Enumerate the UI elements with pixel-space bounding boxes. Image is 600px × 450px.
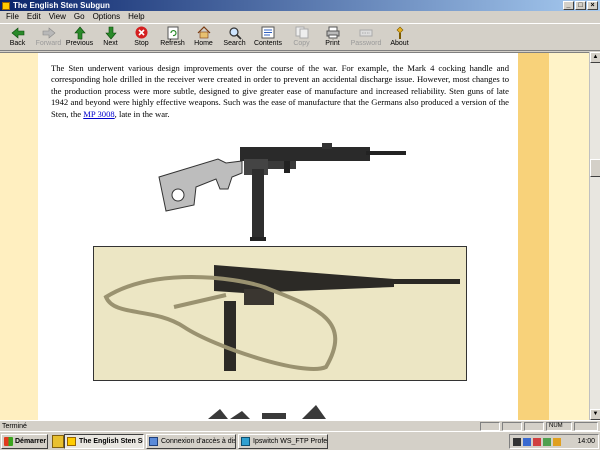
forward-button[interactable]: Forward bbox=[33, 24, 64, 51]
browser-window: The English Sten Subgun _ □ × File Edit … bbox=[0, 0, 600, 431]
window-title: The English Sten Subgun bbox=[13, 1, 110, 10]
copy-icon bbox=[294, 25, 310, 40]
menu-edit[interactable]: Edit bbox=[23, 11, 45, 23]
copy-label: Copy bbox=[293, 40, 310, 47]
status-bar: Terminé NUM bbox=[0, 420, 600, 431]
article-page: The Sten underwent various design improv… bbox=[38, 53, 518, 420]
scroll-up-arrow-icon[interactable]: ▲ bbox=[590, 52, 600, 63]
tray-app-icon[interactable] bbox=[533, 438, 541, 446]
task-label: Ipswitch WS_FTP Profes... bbox=[253, 438, 328, 445]
right-accent-strip bbox=[518, 53, 549, 420]
taskbar: Démarrer The English Sten Subg... Connex… bbox=[0, 431, 600, 450]
password-icon bbox=[358, 25, 374, 40]
app-icon bbox=[2, 1, 10, 10]
toolbar: Back Forward Previous Next Stop Refresh … bbox=[0, 23, 600, 51]
contents-button[interactable]: Contents bbox=[250, 24, 286, 51]
search-button[interactable]: Search bbox=[219, 24, 250, 51]
scroll-down-arrow-icon[interactable]: ▼ bbox=[590, 409, 600, 420]
clock[interactable]: 14:00 bbox=[577, 435, 595, 448]
print-icon bbox=[325, 25, 341, 40]
back-button[interactable]: Back bbox=[2, 24, 33, 51]
search-label: Search bbox=[223, 40, 246, 47]
task-label: The English Sten Subg... bbox=[79, 438, 143, 445]
stop-button[interactable]: Stop bbox=[126, 24, 157, 51]
contents-label: Contents bbox=[253, 40, 283, 47]
print-label: Print bbox=[325, 40, 340, 47]
task-label: Connexion d'accès à dist... bbox=[161, 438, 236, 445]
menu-view[interactable]: View bbox=[45, 11, 70, 23]
next-arrow-icon bbox=[103, 25, 119, 40]
refresh-icon bbox=[165, 25, 181, 40]
back-label: Back bbox=[9, 40, 26, 47]
about-icon bbox=[392, 25, 408, 40]
quicklaunch-browser-icon[interactable] bbox=[52, 435, 64, 448]
scroll-thumb[interactable] bbox=[590, 159, 600, 177]
about-button[interactable]: About bbox=[384, 24, 415, 51]
task-ws-ftp[interactable]: Ipswitch WS_FTP Profes... bbox=[238, 434, 328, 449]
dialup-icon bbox=[149, 437, 158, 446]
mp3008-link[interactable]: MP 3008 bbox=[83, 109, 114, 119]
previous-arrow-icon bbox=[72, 25, 88, 40]
title-bar[interactable]: The English Sten Subgun _ □ × bbox=[0, 0, 600, 11]
refresh-label: Refresh bbox=[160, 40, 185, 47]
sten-gun-photo-sling bbox=[93, 246, 467, 381]
system-tray: 14:00 bbox=[509, 434, 599, 449]
menu-bar: File Edit View Go Options Help bbox=[0, 11, 600, 23]
menu-go[interactable]: Go bbox=[70, 11, 89, 23]
forward-arrow-icon bbox=[41, 25, 57, 40]
search-icon bbox=[227, 25, 243, 40]
language-icon[interactable] bbox=[513, 438, 521, 446]
status-pane-2 bbox=[502, 422, 522, 431]
menu-file[interactable]: File bbox=[2, 11, 23, 23]
refresh-button[interactable]: Refresh bbox=[157, 24, 188, 51]
password-label: Password bbox=[350, 40, 382, 47]
status-pane-5 bbox=[574, 422, 598, 431]
about-label: About bbox=[390, 40, 409, 47]
network-icon[interactable] bbox=[523, 438, 531, 446]
status-pane-3 bbox=[524, 422, 544, 431]
next-button[interactable]: Next bbox=[95, 24, 126, 51]
vertical-scrollbar[interactable]: ▲ ▼ bbox=[589, 52, 600, 420]
back-arrow-icon bbox=[10, 25, 26, 40]
article-paragraph: The Sten underwent various design improv… bbox=[51, 63, 509, 120]
home-icon bbox=[196, 25, 212, 40]
right-margin-band bbox=[549, 53, 589, 420]
home-label: Home bbox=[194, 40, 213, 47]
maximize-button[interactable]: □ bbox=[575, 1, 586, 10]
password-button[interactable]: Password bbox=[348, 24, 384, 51]
menu-options[interactable]: Options bbox=[89, 11, 125, 23]
sten-gun-parts-image bbox=[208, 405, 326, 419]
previous-label: Previous bbox=[65, 40, 94, 47]
stop-label: Stop bbox=[134, 40, 149, 47]
paragraph-text-end: , late in the war. bbox=[114, 108, 170, 119]
volume-icon[interactable] bbox=[543, 438, 551, 446]
menu-help[interactable]: Help bbox=[124, 11, 148, 23]
task-app-icon bbox=[67, 437, 76, 446]
stop-icon bbox=[134, 25, 150, 40]
close-button[interactable]: × bbox=[587, 1, 598, 10]
minimize-button[interactable]: _ bbox=[563, 1, 574, 10]
ftp-icon bbox=[241, 437, 250, 446]
status-pane-1 bbox=[480, 422, 500, 431]
start-button[interactable]: Démarrer bbox=[1, 434, 48, 449]
print-button[interactable]: Print bbox=[317, 24, 348, 51]
windows-logo-icon bbox=[4, 437, 13, 446]
forward-label: Forward bbox=[35, 40, 62, 47]
num-lock-indicator: NUM bbox=[546, 422, 572, 431]
next-label: Next bbox=[103, 40, 118, 47]
tray-alert-icon[interactable] bbox=[553, 438, 561, 446]
home-button[interactable]: Home bbox=[188, 24, 219, 51]
start-label: Démarrer bbox=[15, 438, 47, 445]
left-margin-band bbox=[0, 53, 38, 420]
task-dialup-connection[interactable]: Connexion d'accès à dist... bbox=[146, 434, 236, 449]
contents-icon bbox=[260, 25, 276, 40]
previous-button[interactable]: Previous bbox=[64, 24, 95, 51]
copy-button[interactable]: Copy bbox=[286, 24, 317, 51]
task-sten-subgun[interactable]: The English Sten Subg... bbox=[64, 434, 144, 449]
page-viewport: The Sten underwent various design improv… bbox=[0, 52, 589, 420]
